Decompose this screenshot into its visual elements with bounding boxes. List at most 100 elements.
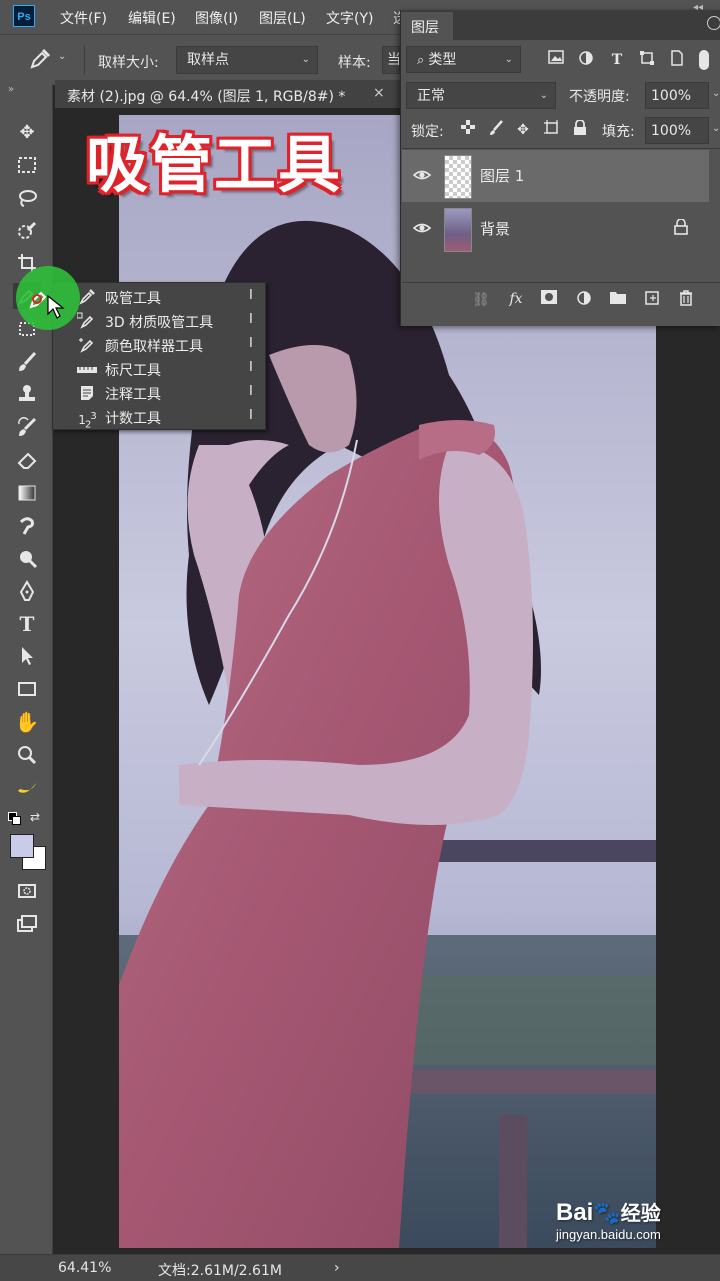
lock-artboard-icon[interactable] <box>542 120 562 140</box>
sample-dropdown[interactable]: 当 <box>382 46 400 74</box>
menu-type[interactable]: 文字(Y) <box>326 8 373 28</box>
filter-toggle[interactable] <box>699 50 709 70</box>
brush-tool[interactable] <box>13 349 41 375</box>
fx-icon[interactable]: fx <box>506 289 526 309</box>
eye-icon[interactable] <box>412 165 432 185</box>
type-filter-icon[interactable]: T <box>607 50 627 70</box>
filter-kind-dropdown[interactable]: ⌕ 类型 ⌄ <box>406 46 521 73</box>
banana-icon-tool[interactable] <box>13 775 41 801</box>
menu-select[interactable]: 选 <box>393 8 400 28</box>
close-icon[interactable]: × <box>373 85 385 101</box>
path-select-tool[interactable] <box>13 643 41 669</box>
flyout-item-ruler[interactable]: 标尺工具 I <box>53 357 265 381</box>
foreground-color-swatch[interactable] <box>10 834 34 858</box>
stamp-tool[interactable] <box>13 381 41 407</box>
blur-tool[interactable] <box>13 512 41 538</box>
image-filter-icon[interactable] <box>546 50 566 70</box>
stamp-icon <box>19 385 35 401</box>
lock-position-icon[interactable]: ✥ <box>513 120 533 140</box>
smart-object-filter-icon[interactable] <box>667 50 687 70</box>
status-menu-arrow[interactable]: › <box>334 1260 340 1276</box>
flyout-item-eyedropper[interactable]: 吸管工具 I <box>53 285 265 309</box>
flyout-item-color-sampler[interactable]: 颜色取样器工具 I <box>53 333 265 357</box>
quick-select-tool[interactable] <box>13 218 41 244</box>
adjustment-layer-icon[interactable] <box>574 290 594 310</box>
trash-icon[interactable] <box>676 290 696 310</box>
menu-file[interactable]: 文件(F) <box>60 8 107 28</box>
chevron-down-icon: ⌄ <box>539 90 548 101</box>
link-layers-icon[interactable]: ⛓ <box>471 290 491 310</box>
menu-edit[interactable]: 编辑(E) <box>128 8 176 28</box>
tab-layers[interactable]: 图层 <box>401 12 454 40</box>
adjustment-filter-icon[interactable] <box>576 50 596 70</box>
quick-mask-button[interactable] <box>13 878 41 904</box>
flyout-item-count[interactable]: 123 计数工具 I <box>53 405 265 430</box>
sample-size-dropdown[interactable]: 取样点 ⌄ <box>176 46 318 74</box>
chevron-down-icon: ⌄ <box>301 54 310 65</box>
layer-row[interactable]: 背景 <box>402 203 709 255</box>
dodge-tool[interactable] <box>13 545 41 571</box>
flyout-item-3d-material-eyedropper[interactable]: 3D 材质吸管工具 I <box>53 309 265 333</box>
layer-thumbnail-photo <box>444 208 472 252</box>
rectangle-tool[interactable] <box>13 676 41 702</box>
eye-icon[interactable] <box>412 218 432 238</box>
lock-transparent-pixels-icon[interactable] <box>458 120 478 140</box>
marquee-tool[interactable] <box>13 152 41 178</box>
pen-icon <box>19 580 35 601</box>
tool-preset-picker[interactable]: ⌄ <box>28 47 68 73</box>
new-layer-icon[interactable] <box>642 290 662 310</box>
collapse-icon[interactable]: » <box>8 84 14 95</box>
folder-icon[interactable] <box>608 290 628 310</box>
fill-value: 100% <box>651 123 692 139</box>
watermark-brand-suffix: 经验 <box>620 1203 661 1225</box>
swap-colors-icon[interactable]: ⇄ <box>30 810 40 824</box>
fill-input[interactable]: 100% <box>645 117 709 144</box>
opacity-value: 100% <box>651 88 692 104</box>
eyedropper-flyout-menu: 吸管工具 I 3D 材质吸管工具 I 颜色取样器工具 I 标尺工具 I 注释工具… <box>52 282 266 430</box>
type-tool[interactable]: T <box>13 611 41 637</box>
photoshop-logo: Ps <box>13 5 35 27</box>
paw-icon: 🐾 <box>593 1200 621 1225</box>
zoom-level[interactable]: 64.41% <box>58 1260 111 1276</box>
shape-filter-icon[interactable] <box>637 50 657 70</box>
menu-layer[interactable]: 图层(L) <box>259 8 306 28</box>
default-colors-icon[interactable] <box>8 812 21 825</box>
lasso-tool[interactable] <box>13 185 41 211</box>
note-icon <box>77 384 97 402</box>
chevron-down-icon: ⌄ <box>58 51 67 62</box>
lock-image-pixels-icon[interactable] <box>486 120 506 140</box>
menu-image[interactable]: 图像(I) <box>195 8 238 28</box>
layer-thumbnail-transparent <box>444 155 472 199</box>
gradient-icon <box>18 485 36 501</box>
history-brush-tool[interactable] <box>13 414 41 440</box>
hand-tool[interactable]: ✋ <box>13 709 41 735</box>
gradient-tool[interactable] <box>13 480 41 506</box>
marquee-icon <box>18 157 36 173</box>
lock-all-icon[interactable] <box>570 119 590 140</box>
zoom-icon <box>18 746 37 765</box>
layer-name[interactable]: 背景 <box>480 218 510 239</box>
layers-panel: 图层 ◂◂ ⌕ 类型 ⌄ T 正常 ⌄ 不透明度: 100% ⌄ 锁定: ✥ 填… <box>400 2 720 326</box>
layer-name[interactable]: 图层 1 <box>480 165 524 186</box>
chevron-down-icon[interactable]: ⌄ <box>712 123 720 134</box>
shortcut-key: I <box>249 336 253 351</box>
document-tab[interactable]: 素材 (2).jpg @ 64.4% (图层 1, RGB/8#) * × <box>55 80 400 109</box>
zoom-tool[interactable] <box>13 742 41 768</box>
collapse-panel-icon[interactable]: ◂◂ <box>693 2 703 13</box>
quick-select-icon <box>18 221 37 239</box>
divider <box>402 148 720 149</box>
arrow-cursor-icon <box>22 647 33 665</box>
type-icon: T <box>19 612 35 636</box>
add-mask-icon[interactable] <box>539 290 559 310</box>
blend-mode-dropdown[interactable]: 正常 ⌄ <box>406 82 556 109</box>
flyout-item-note[interactable]: 注释工具 I <box>53 381 265 405</box>
opacity-input[interactable]: 100% <box>645 82 709 109</box>
eraser-tool[interactable] <box>13 447 41 473</box>
layer-row[interactable]: 图层 1 <box>402 150 709 202</box>
chevron-down-icon[interactable]: ⌄ <box>712 88 720 99</box>
pen-tool[interactable] <box>13 578 41 604</box>
sample-value: 当 <box>387 52 400 68</box>
screen-mode-button[interactable] <box>13 911 41 937</box>
panel-menu-icon[interactable] <box>707 16 720 30</box>
move-tool[interactable]: ✥ <box>13 120 41 146</box>
